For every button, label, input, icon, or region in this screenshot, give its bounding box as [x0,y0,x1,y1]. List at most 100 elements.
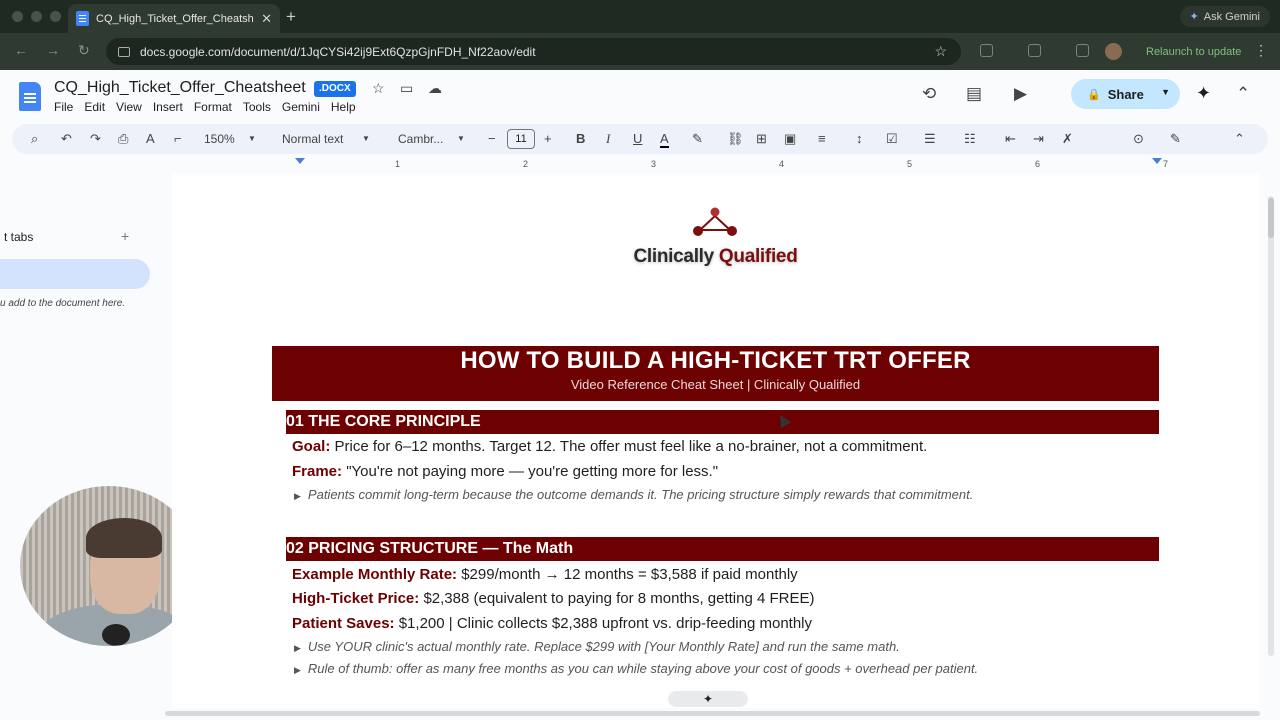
left-indent-marker[interactable] [295,158,305,164]
collapse-menus-icon[interactable]: ⌃ [1236,84,1250,104]
back-icon[interactable]: ← [14,42,28,58]
font-chevron-icon[interactable]: ▼ [457,134,465,143]
zoom-select[interactable]: 150% [204,132,235,146]
menu-file[interactable]: File [54,100,73,114]
increase-font-icon[interactable]: + [544,131,552,146]
add-comment-icon[interactable]: ⊞ [756,131,767,147]
clear-formatting-icon[interactable]: ✗ [1062,131,1073,147]
undo-icon[interactable]: ↶ [61,131,72,147]
font-select[interactable]: Cambr... [398,132,443,146]
sidebar-hint: u add to the document here. [0,298,126,309]
address-bar[interactable]: docs.google.com/document/d/1JqCYSi42ij9E… [106,38,961,65]
decrease-indent-icon[interactable]: ⇤ [1005,131,1016,147]
editing-mode-icon[interactable]: ⊙ [1133,131,1144,147]
underline-icon[interactable]: U [633,131,642,146]
hide-menus-icon[interactable]: ⌃ [1234,131,1245,147]
menu-insert[interactable]: Insert [153,100,183,114]
numbered-list-icon[interactable]: ☷ [964,131,976,147]
new-tab-button[interactable]: + [286,7,296,27]
paint-format-icon[interactable]: ⌐ [174,131,182,146]
highlight-icon[interactable]: ✎ [692,131,703,147]
ruler-number: 4 [779,159,785,169]
vertical-scrollbar[interactable] [1268,196,1274,656]
clinically-qualified-logo-icon [693,207,737,236]
line-spacing-icon[interactable]: ↕ [856,131,863,146]
insert-image-icon[interactable]: ▣ [784,131,796,147]
close-window-icon[interactable] [12,11,23,22]
reload-icon[interactable]: ↻ [78,42,90,59]
add-tab-icon[interactable]: + [121,228,129,244]
minimize-window-icon[interactable] [31,11,42,22]
style-select[interactable]: Normal text [282,132,343,146]
ruler-number: 2 [523,159,529,169]
bold-icon[interactable]: B [576,131,585,146]
italic-icon[interactable]: I [606,131,610,147]
print-icon[interactable]: ⎙ [118,131,128,147]
document-heading: HOW TO BUILD A HIGH-TICKET TRT OFFER [460,347,971,374]
decrease-font-icon[interactable]: − [488,131,496,146]
extension-icon[interactable] [980,44,993,57]
menu-edit[interactable]: Edit [84,100,105,114]
pen-icon[interactable]: ✎ [1170,131,1181,147]
chevron-down-icon[interactable]: ▼ [1161,87,1170,97]
brand-logo-part1: Clinically [633,246,719,267]
core-principle-note: ▶ Patients commit long-term because the o… [294,487,973,502]
close-tab-icon[interactable]: ✕ [261,11,272,27]
meet-icon[interactable]: ▶ [1014,84,1027,104]
monthly-rate-label: Example Monthly Rate: [292,566,458,583]
forward-icon[interactable]: → [46,42,60,58]
formatting-toolbar: ⌕ ↶ ↷ ⎙ A ⌐ 150% ▼ Normal text ▼ Cambr..… [12,124,1268,154]
horizontal-scrollbar[interactable] [165,711,1260,716]
profile-avatar[interactable] [1105,43,1122,60]
text-color-icon[interactable]: A [660,131,669,148]
bulleted-list-icon[interactable]: ☰ [924,131,936,147]
browser-tab-active[interactable]: CQ_High_Ticket_Offer_Cheatsheet ✕ [68,4,280,33]
move-folder-icon[interactable]: ▭ [400,80,413,97]
menu-bar: File Edit View Insert Format Tools Gemin… [54,100,367,114]
docs-logo-icon[interactable] [19,82,41,111]
gemini-icon[interactable]: ✦ [1196,83,1211,104]
style-chevron-icon[interactable]: ▼ [362,134,370,143]
search-menus-icon[interactable]: ⌕ [31,131,38,147]
right-indent-marker[interactable] [1152,158,1162,164]
site-info-icon[interactable] [118,46,130,57]
bookmark-star-icon[interactable]: ☆ [934,43,947,60]
bullet-arrow-icon: ▶ [294,491,301,501]
password-icon[interactable] [1076,44,1089,57]
high-ticket-price-text: $2,388 (equivalent to paying for 8 month… [423,590,815,607]
document-title[interactable]: CQ_High_Ticket_Offer_Cheatsheet [54,79,306,97]
comments-icon[interactable]: ▤ [966,84,982,104]
link-icon[interactable]: ⛓ [727,131,744,147]
menu-gemini[interactable]: Gemini [282,100,320,114]
brand-logo-part2: Qualified [718,246,798,267]
browser-menu-icon[interactable]: ⋮ [1254,42,1268,59]
menu-format[interactable]: Format [194,100,232,114]
spellcheck-icon[interactable]: A [146,131,155,146]
cast-icon[interactable] [1028,44,1041,57]
maximize-window-icon[interactable] [50,11,61,22]
menu-tools[interactable]: Tools [243,100,271,114]
share-button[interactable]: 🔒 Share ▼ [1071,79,1180,109]
increase-indent-icon[interactable]: ⇥ [1033,131,1044,147]
explore-gemini-pill[interactable]: ✦ [668,691,748,707]
redo-icon[interactable]: ↷ [90,131,101,147]
font-size-input[interactable]: 11 [507,129,535,149]
patient-saves-text: $1,200 | Clinic collects $2,388 upfront … [398,615,813,632]
brand-logo-text: Clinically Qualified [172,246,1259,268]
relaunch-button[interactable]: Relaunch to update [1136,41,1251,62]
align-left-icon[interactable]: ≡ [818,131,826,146]
vertical-scrollbar-thumb[interactable] [1268,198,1274,238]
menu-view[interactable]: View [116,100,142,114]
cloud-status-icon[interactable]: ☁ [428,80,442,97]
star-icon[interactable]: ☆ [372,80,385,97]
ruler[interactable]: 1 2 3 4 5 6 7 [170,158,1260,172]
ask-gemini-button[interactable]: ✦ Ask Gemini [1179,6,1270,27]
sidebar-selected-tab[interactable] [0,259,150,289]
checklist-icon[interactable]: ☑ [886,131,898,147]
document-page[interactable]: Clinically Qualified HOW TO BUILD A HIGH… [172,174,1259,708]
zoom-chevron-icon[interactable]: ▼ [248,134,256,143]
menu-help[interactable]: Help [331,100,356,114]
browser-toolbar: ← → ↻ docs.google.com/document/d/1JqCYSi… [0,33,1280,70]
ruler-number: 3 [651,159,657,169]
version-history-icon[interactable]: ⟲ [922,84,936,104]
